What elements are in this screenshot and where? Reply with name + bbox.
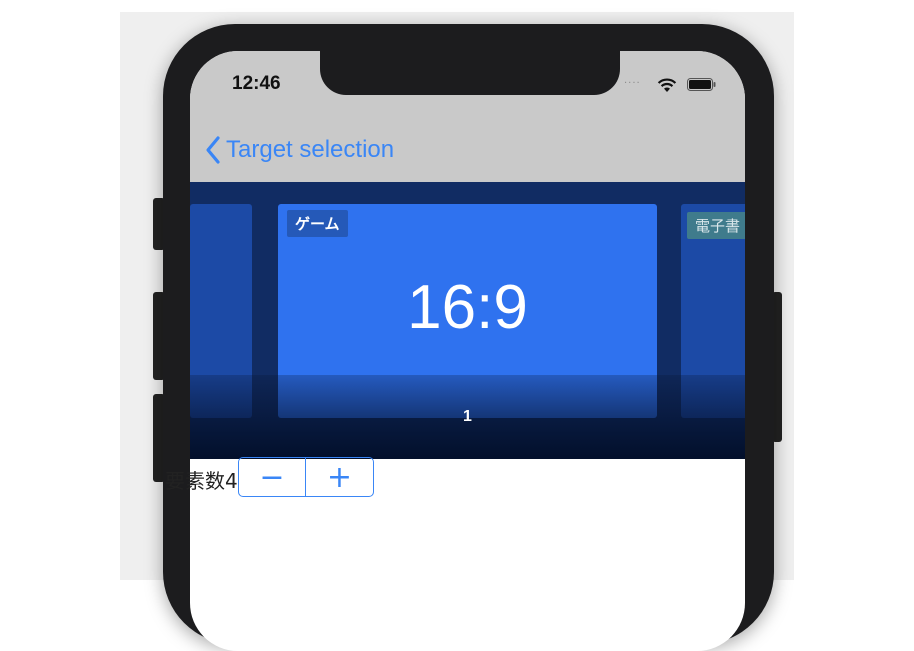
wifi-icon <box>657 78 677 92</box>
phone-screen: 12:46 .... Target selection ゲーム 16:9 電子書 <box>190 51 745 651</box>
increment-button[interactable]: + <box>306 458 373 496</box>
element-count-stepper[interactable]: − + <box>237 457 374 497</box>
element-count-label: 要素数4 <box>165 468 238 493</box>
decrement-button[interactable]: − <box>239 458 307 496</box>
aspect-ratio-carousel[interactable]: ゲーム 16:9 電子書 1 <box>190 182 745 459</box>
battery-icon <box>687 78 716 91</box>
back-button[interactable]: Target selection <box>204 135 394 165</box>
card-category-badge: 電子書 <box>687 212 745 239</box>
back-button-label: Target selection <box>226 136 395 163</box>
notch <box>320 51 620 95</box>
element-count-row: 要素数4 − + <box>165 457 374 497</box>
status-time: 12:46 <box>232 73 281 94</box>
card-aspect-ratio: 16:9 <box>407 273 528 342</box>
carousel-page-number: 1 <box>463 408 472 425</box>
signal-dots: .... <box>624 75 641 86</box>
chevron-left-icon <box>206 136 220 164</box>
card-category-badge: ゲーム <box>287 210 348 237</box>
